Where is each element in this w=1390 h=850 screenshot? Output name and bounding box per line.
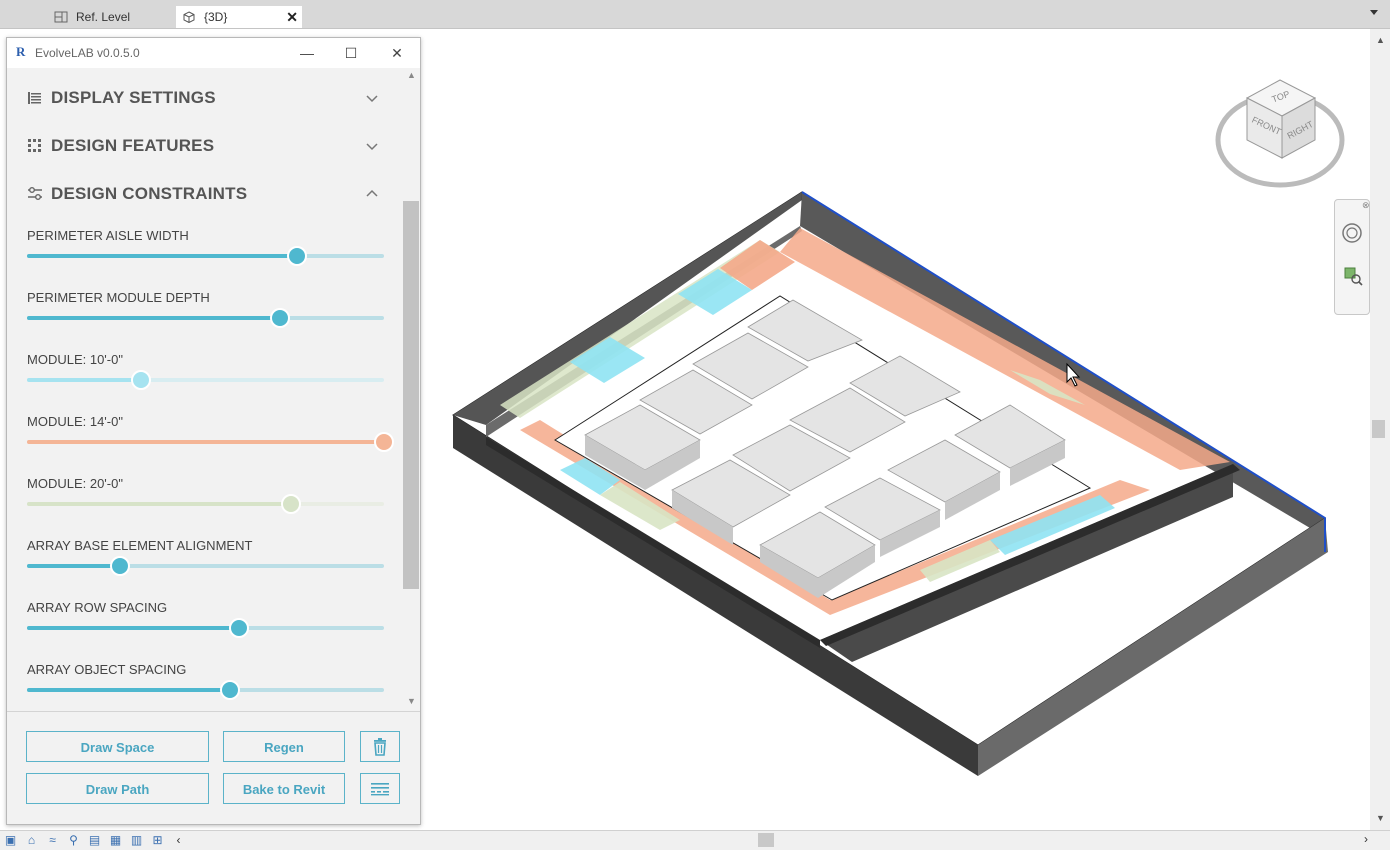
scroll-down-icon[interactable]: ▼ xyxy=(407,696,416,706)
shadows-icon[interactable]: ▤ xyxy=(86,833,103,847)
minimize-button[interactable]: — xyxy=(292,42,322,64)
bake-to-revit-button[interactable]: Bake to Revit xyxy=(223,773,345,804)
scroll-up-icon[interactable]: ▲ xyxy=(1376,35,1385,45)
slider-handle[interactable] xyxy=(131,370,152,390)
design-features-icon xyxy=(28,139,41,152)
slider-handle[interactable] xyxy=(220,680,241,700)
evolvelab-panel: R EvolveLAB v0.0.5.0 — ☐ ✕ DISPLAY SETTI… xyxy=(6,37,421,825)
slider-track[interactable] xyxy=(27,432,394,452)
close-tab-icon[interactable]: ✕ xyxy=(286,9,298,26)
tab-label: Ref. Level xyxy=(76,10,131,24)
steering-wheel-icon[interactable] xyxy=(1341,222,1363,244)
visual-style-icon[interactable]: ≈ xyxy=(44,833,61,847)
list-settings-icon xyxy=(371,782,389,795)
panel-scroll-thumb[interactable] xyxy=(403,201,419,589)
view-control-bar: ▣ ⌂ ≈ ⚲ ▤ ▦ ▥ ⊞ ‹ › xyxy=(0,830,1390,850)
section-design-constraints[interactable]: DESIGN CONSTRAINTS xyxy=(27,179,247,209)
slider-handle[interactable] xyxy=(374,432,394,452)
display-settings-icon xyxy=(28,92,41,104)
slider-track[interactable] xyxy=(27,308,384,328)
regen-button[interactable]: Regen xyxy=(223,731,345,762)
slider-track[interactable] xyxy=(27,680,384,700)
navigation-bar: ⊗ xyxy=(1334,199,1370,315)
section-title: DESIGN FEATURES xyxy=(51,136,215,155)
maximize-button[interactable]: ☐ xyxy=(336,42,366,64)
slider-label: MODULE: 14'-0" xyxy=(27,414,123,429)
slider-fill xyxy=(27,378,142,382)
zoom-region-icon[interactable] xyxy=(1343,266,1363,286)
slider-fill xyxy=(27,688,231,692)
scroll-left-icon[interactable]: ‹ xyxy=(170,833,187,847)
panel-titlebar: R EvolveLAB v0.0.5.0 — ☐ ✕ xyxy=(7,38,420,68)
slider-label: PERIMETER AISLE WIDTH xyxy=(27,228,189,243)
slider-fill xyxy=(27,440,384,444)
tab-list-dropdown-icon[interactable] xyxy=(1370,10,1378,15)
delete-button[interactable] xyxy=(360,731,400,762)
scale-icon[interactable]: ▣ xyxy=(2,833,19,847)
slider-track[interactable] xyxy=(27,494,384,514)
slider-handle[interactable] xyxy=(281,494,302,514)
slider-track[interactable] xyxy=(27,556,384,576)
revit-logo-icon: R xyxy=(16,44,26,59)
3d-view-icon xyxy=(183,11,195,23)
scroll-right-icon[interactable]: › xyxy=(1364,832,1368,846)
sun-path-icon[interactable]: ⚲ xyxy=(65,833,82,847)
section-box-icon[interactable]: ⊞ xyxy=(149,833,166,847)
slider-track[interactable] xyxy=(27,246,384,266)
panel-scrollbar[interactable]: ▲ ▼ xyxy=(403,68,420,711)
options-button[interactable] xyxy=(360,773,400,804)
slider-fill xyxy=(27,254,297,258)
slider-track[interactable] xyxy=(27,370,384,390)
draw-path-button[interactable]: Draw Path xyxy=(26,773,209,804)
slider-track[interactable] xyxy=(27,618,384,638)
slider-fill xyxy=(27,564,120,568)
horizontal-scroll-thumb[interactable] xyxy=(758,833,774,847)
tab-3d[interactable]: {3D} ✕ xyxy=(176,6,302,28)
chevron-up-icon[interactable] xyxy=(365,187,379,201)
tab-ref-level[interactable]: Ref. Level xyxy=(46,6,174,28)
section-title: DESIGN CONSTRAINTS xyxy=(51,184,248,203)
slider-fill xyxy=(27,502,292,506)
floorplan-icon xyxy=(54,11,68,23)
slider-label: MODULE: 20'-0" xyxy=(27,476,123,491)
scroll-thumb[interactable] xyxy=(1372,420,1385,438)
slider-fill xyxy=(27,316,281,320)
slider-label: PERIMETER MODULE DEPTH xyxy=(27,290,210,305)
scroll-up-icon[interactable]: ▲ xyxy=(407,70,416,80)
chevron-down-icon[interactable] xyxy=(365,139,379,153)
navbar-close-icon[interactable]: ⊗ xyxy=(1362,200,1370,211)
slider-handle[interactable] xyxy=(109,556,130,576)
detail-level-icon[interactable]: ⌂ xyxy=(23,833,40,847)
sliders-icon xyxy=(28,187,42,200)
3d-model-scene[interactable] xyxy=(440,180,1340,790)
section-title: DISPLAY SETTINGS xyxy=(51,88,216,107)
chevron-down-icon[interactable] xyxy=(365,91,379,105)
section-display-settings[interactable]: DISPLAY SETTINGS xyxy=(27,83,216,113)
viewcube[interactable]: TOP FRONT RIGHT xyxy=(1210,72,1350,197)
slider-handle[interactable] xyxy=(270,308,291,328)
trash-icon xyxy=(374,737,386,756)
view-tab-bar: Ref. Level {3D} ✕ xyxy=(0,0,1390,29)
tab-label: {3D} xyxy=(204,10,228,24)
close-button[interactable]: ✕ xyxy=(382,42,412,64)
scroll-down-icon[interactable]: ▼ xyxy=(1376,813,1385,823)
slider-handle[interactable] xyxy=(229,618,250,638)
slider-fill xyxy=(27,626,240,630)
slider-label: MODULE: 10'-0" xyxy=(27,352,123,367)
slider-label: ARRAY OBJECT SPACING xyxy=(27,662,187,677)
slider-label: ARRAY BASE ELEMENT ALIGNMENT xyxy=(27,538,253,553)
footer-divider xyxy=(7,711,420,712)
slider-handle[interactable] xyxy=(286,246,307,266)
crop-view-icon[interactable]: ▥ xyxy=(128,833,145,847)
section-design-features[interactable]: DESIGN FEATURES xyxy=(27,131,214,161)
slider-label: ARRAY ROW SPACING xyxy=(27,600,168,615)
viewport-vertical-scrollbar[interactable]: ▲ ▼ xyxy=(1370,29,1390,832)
draw-space-button[interactable]: Draw Space xyxy=(26,731,209,762)
render-icon[interactable]: ▦ xyxy=(107,833,124,847)
panel-title: EvolveLAB v0.0.5.0 xyxy=(35,46,140,60)
